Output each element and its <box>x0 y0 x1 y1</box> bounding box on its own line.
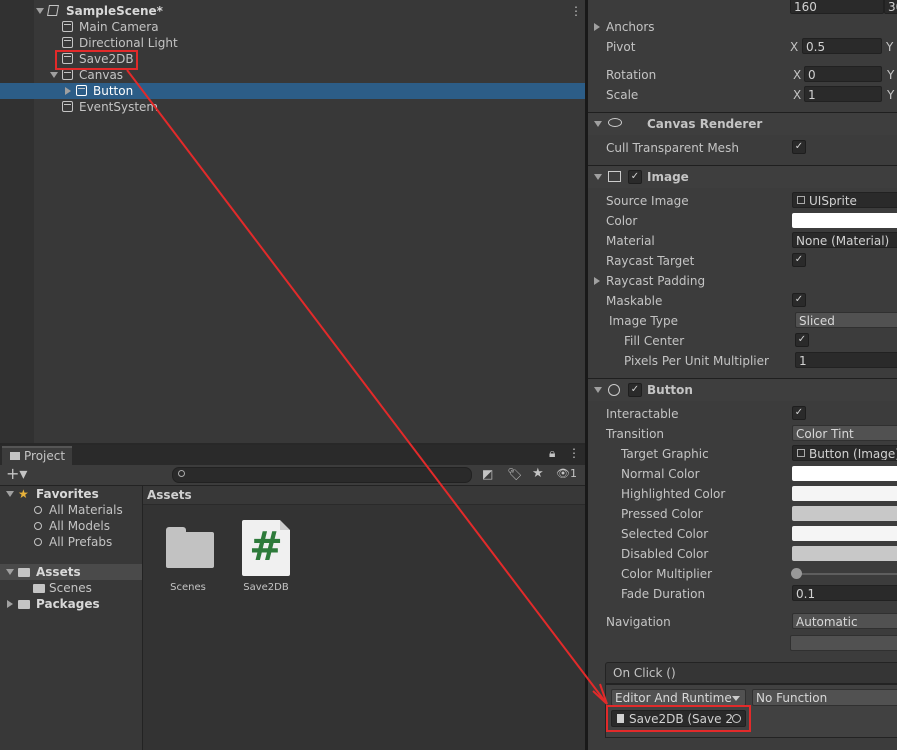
annotation-arrow-line <box>126 69 608 705</box>
annotation-arrow <box>126 69 608 705</box>
